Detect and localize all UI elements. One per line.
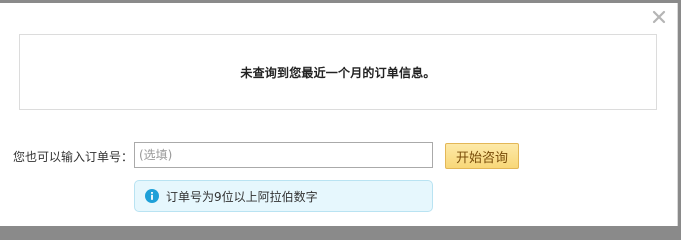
notice-box: 未查询到您最近一个月的订单信息。 xyxy=(19,34,657,110)
order-number-input[interactable] xyxy=(134,142,433,168)
order-number-label: 您也可以输入订单号： xyxy=(13,150,134,164)
close-icon[interactable] xyxy=(651,9,667,25)
order-query-dialog: 未查询到您最近一个月的订单信息。 您也可以输入订单号： 开始咨询 订单号为9位以… xyxy=(0,3,678,226)
start-consult-button[interactable]: 开始咨询 xyxy=(445,143,519,169)
notice-text: 未查询到您最近一个月的订单信息。 xyxy=(240,65,436,80)
tip-text: 订单号为9位以上阿拉伯数字 xyxy=(166,189,318,204)
info-icon xyxy=(145,189,159,203)
order-number-tip: 订单号为9位以上阿拉伯数字 xyxy=(134,180,433,212)
